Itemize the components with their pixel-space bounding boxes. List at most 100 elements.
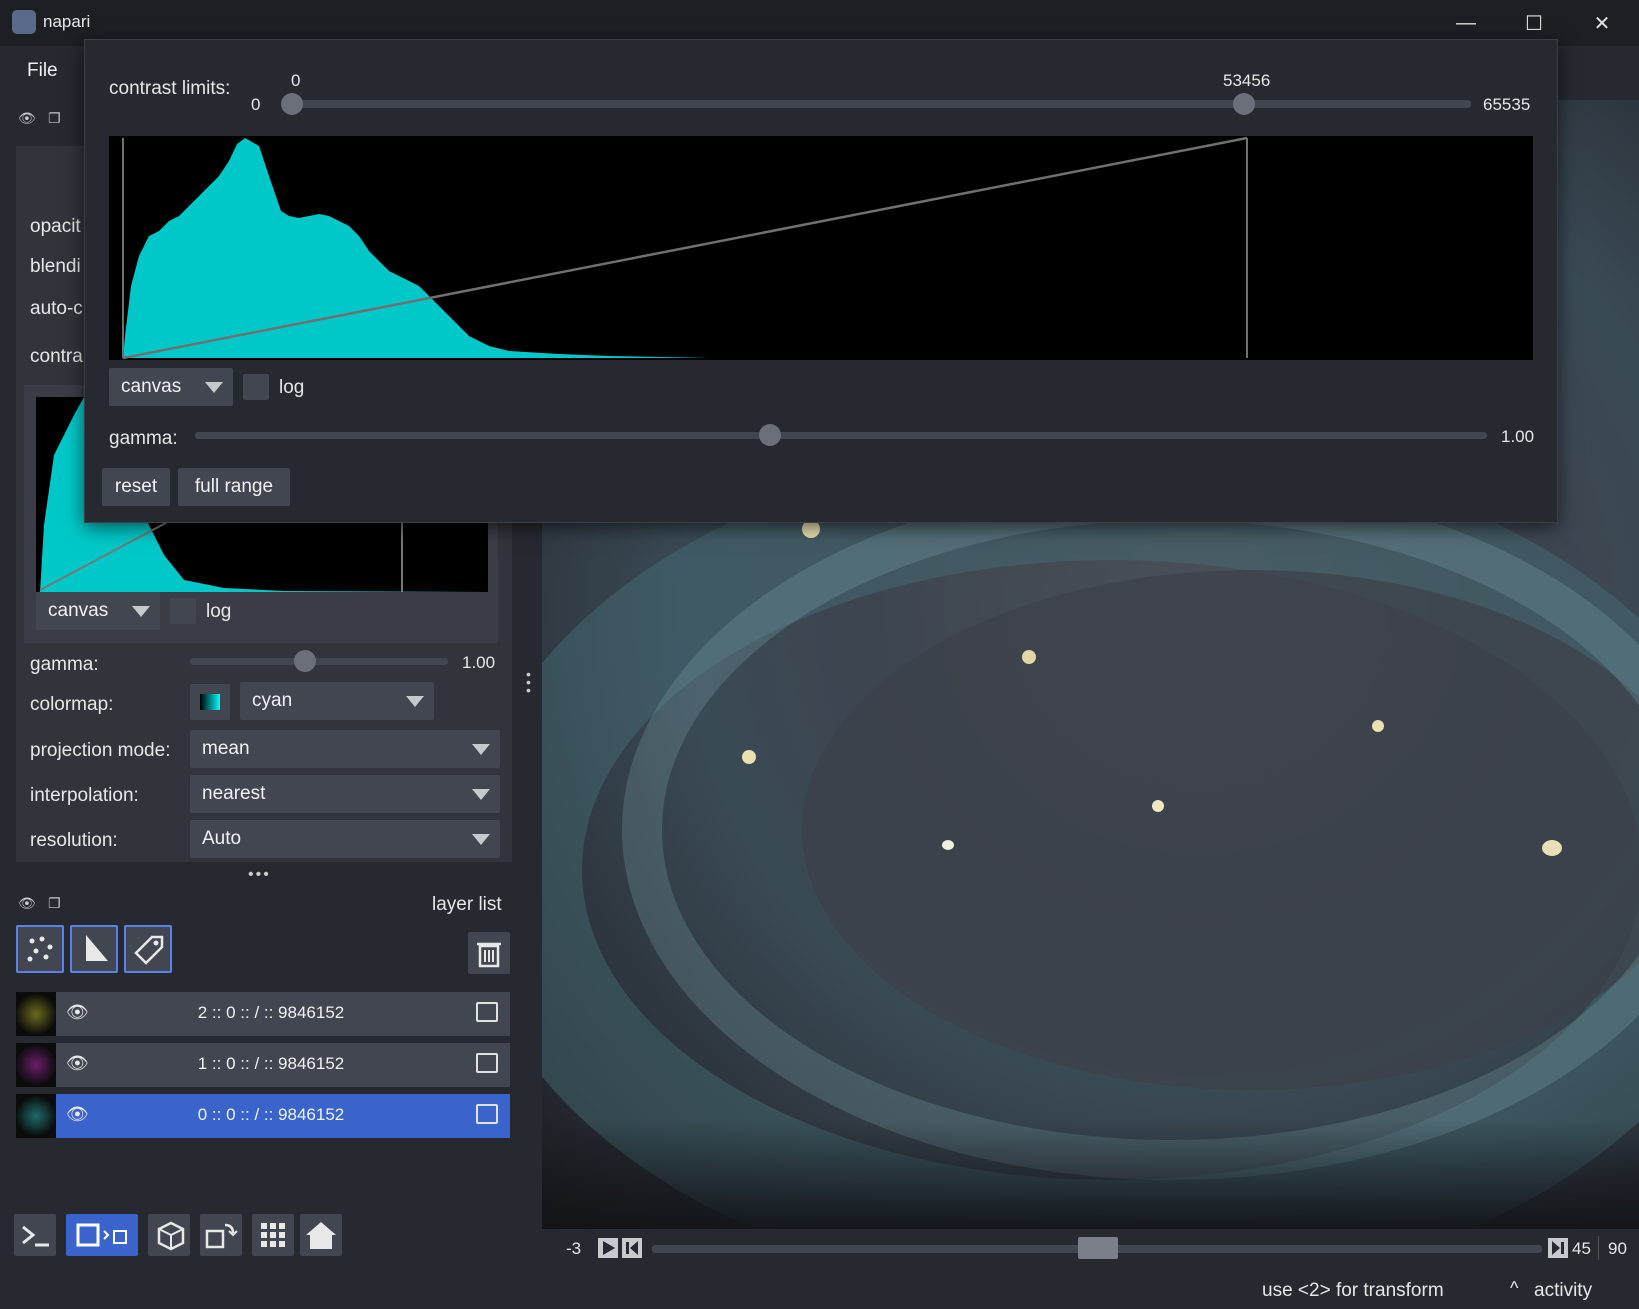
dims-slider-bar: -3 45 90 [542,1232,1639,1266]
bright-cell [1022,650,1036,664]
popup-gamma-slider-handle[interactable] [759,424,781,446]
blending-label: blendi [30,256,81,277]
dims-slider-handle[interactable] [1078,1237,1118,1259]
menu-file[interactable]: File [27,60,58,82]
interpolation-value: nearest [202,783,266,804]
trash-icon [477,942,501,968]
close-button[interactable]: ✕ [1568,0,1636,46]
new-shapes-layer-button[interactable] [70,925,118,973]
colormap-preview [190,684,230,720]
colormap-swatch [200,694,220,710]
play-button[interactable] [598,1238,618,1258]
visibility-eye-icon[interactable]: 👁 [66,1053,90,1077]
chevron-down-icon [205,382,223,393]
colormap-label: colormap: [30,694,114,715]
visibility-eye-icon[interactable]: 👁 [66,1002,90,1026]
shapes-icon [86,935,108,961]
contrast-min-handle[interactable] [281,93,303,115]
layer-thumbnail [16,1094,56,1138]
ndisplay-toggle-button[interactable] [66,1214,138,1256]
dims-axis-value: -3 [566,1239,582,1258]
layer-row[interactable]: 👁 2 :: 0 :: / :: 9846152 [16,992,510,1036]
bright-cell [1152,800,1164,812]
chevron-up-icon[interactable]: ^ [1510,1278,1518,1299]
status-hint: use <2> for transform [1262,1280,1444,1301]
activity-button[interactable]: activity [1534,1280,1592,1302]
visibility-eye-icon[interactable]: 👁 [66,1104,90,1128]
step-forward-button[interactable] [1548,1238,1568,1258]
layer-row[interactable]: 👁 1 :: 0 :: / :: 9846152 [16,1043,510,1087]
small-log-checkbox[interactable] [170,598,196,624]
window-title: napari [43,12,91,31]
step-back-button[interactable] [622,1238,642,1258]
new-labels-layer-button[interactable] [124,925,172,973]
projection-mode-value: mean [202,738,250,759]
contrast-min-value: 0 [291,71,301,90]
2d-3d-toggle-icon [76,1223,127,1247]
colormap-value: cyan [252,690,293,711]
full-range-button[interactable]: full range [178,468,290,506]
chevron-down-icon [132,606,150,617]
eye-icon[interactable]: 👁 [18,895,36,912]
dims-current-frame[interactable]: 45 [1572,1239,1591,1259]
grid-icon [261,1223,285,1247]
dims-total-frames: 90 [1608,1239,1627,1258]
step-forward-icon [1552,1241,1564,1255]
interpolation-select[interactable]: nearest [190,775,500,813]
grid-view-button[interactable] [252,1214,294,1256]
contrast-max-value: 53456 [1223,71,1271,90]
roll-dims-button[interactable] [148,1214,190,1256]
home-button[interactable] [300,1214,342,1256]
dims-divider [1598,1236,1599,1260]
projection-mode-select[interactable]: mean [190,730,500,768]
layer-row[interactable]: 👁 0 :: 0 :: / :: 9846152 [16,1094,510,1138]
bright-cell [942,840,954,850]
chevron-down-icon [472,834,490,845]
projection-mode-label: projection mode: [30,740,171,761]
contrast-range-max: 65535 [1483,95,1531,114]
splitter-handle-icon[interactable]: • • • [526,667,532,697]
small-histogram-mode-value: canvas [48,600,109,621]
layer-thumbnail [16,1043,56,1087]
chevron-down-icon [406,696,424,707]
contrast-limits-label: contrast limits: [109,78,231,99]
contrast-label: contra [30,346,83,367]
gamma-slider-handle[interactable] [294,650,316,672]
gamma-value: 1.00 [462,653,496,672]
gamma-label: gamma: [30,654,99,675]
float-icon[interactable]: ❐ [48,895,61,912]
resolution-select[interactable]: Auto [190,820,500,858]
reset-button[interactable]: reset [102,468,170,506]
layer-name[interactable]: 1 :: 0 :: / :: 9846152 [106,1054,436,1074]
histogram-mode-value: canvas [121,376,182,397]
eye-icon[interactable]: 👁 [18,110,36,127]
console-button[interactable] [14,1214,56,1256]
gamma-slider-track[interactable] [190,658,448,665]
colormap-select[interactable]: cyan [240,682,434,720]
dock-splitter-handle[interactable]: ••• [248,866,271,884]
image-layer-icon [476,1053,498,1073]
layer-name[interactable]: 0 :: 0 :: / :: 9846152 [106,1105,436,1125]
transpose-icon [205,1223,238,1249]
popup-gamma-slider-track[interactable] [195,432,1487,439]
contrast-range-slider-track[interactable] [293,100,1471,108]
new-points-layer-button[interactable] [16,925,64,973]
log-label: log [279,377,305,398]
small-histogram-mode-select[interactable]: canvas [36,592,160,630]
bright-cell [1542,840,1562,856]
layer-thumbnail [16,992,56,1036]
home-icon [306,1222,336,1249]
status-bar: use <2> for transform ^ activity [0,1269,1639,1309]
canvas-bottom-shadow [542,1120,1639,1229]
console-icon [22,1225,49,1247]
log-checkbox[interactable] [243,374,269,400]
step-back-icon [626,1241,638,1255]
layer-name[interactable]: 2 :: 0 :: / :: 9846152 [106,1003,436,1023]
label-tag-icon [134,935,164,965]
delete-layer-button[interactable] [468,932,510,974]
histogram-mode-select[interactable]: canvas [109,368,233,406]
contrast-histogram[interactable] [109,136,1533,360]
transpose-button[interactable] [200,1214,242,1256]
float-icon[interactable]: ❐ [48,110,61,127]
contrast-max-handle[interactable] [1233,93,1255,115]
